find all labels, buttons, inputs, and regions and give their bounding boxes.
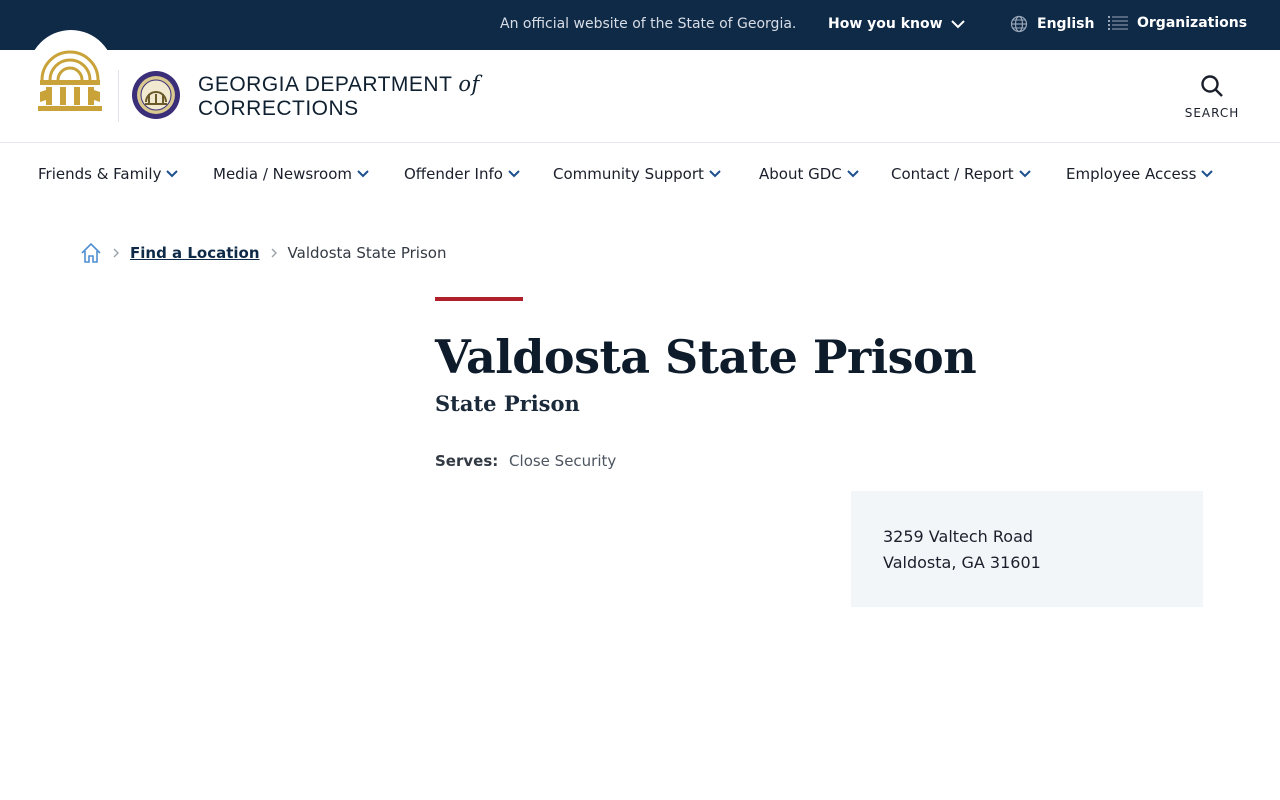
page-title: Valdosta State Prison	[435, 330, 977, 384]
nav-item-label: About GDC	[759, 165, 842, 183]
nav-item-label: Offender Info	[404, 165, 503, 183]
serves-label: Serves:	[435, 452, 499, 470]
georgia-arch-logo-icon[interactable]	[36, 40, 104, 116]
agency-title-line2: CORRECTIONS	[198, 97, 359, 120]
chevron-down-icon	[357, 170, 369, 178]
nav-item-contact-report[interactable]: Contact / Report	[891, 165, 1031, 183]
site-header: GEORGIA DEPARTMENT of CORRECTIONS SEARCH	[0, 30, 1280, 143]
globe-icon	[1010, 15, 1028, 33]
breadcrumb: Find a Location Valdosta State Prison	[80, 242, 446, 264]
address-street: 3259 Valtech Road	[883, 527, 1034, 546]
gdc-seal-icon	[132, 71, 180, 119]
title-accent-bar	[435, 297, 523, 301]
nav-item-media-newsroom[interactable]: Media / Newsroom	[213, 165, 369, 183]
agency-title-line1: GEORGIA DEPARTMENT of	[198, 72, 480, 96]
breadcrumb-current: Valdosta State Prison	[287, 244, 447, 262]
search-label: SEARCH	[1184, 106, 1240, 120]
chevron-down-icon	[709, 170, 721, 178]
how-you-know-label: How you know	[828, 16, 943, 32]
nav-item-label: Friends & Family	[38, 165, 162, 183]
nav-item-employee-access[interactable]: Employee Access	[1066, 165, 1214, 183]
chevron-down-icon	[847, 170, 859, 178]
agency-title-of: of	[458, 72, 480, 96]
nav-item-community-support[interactable]: Community Support	[553, 165, 721, 183]
breadcrumb-separator-icon	[112, 248, 120, 258]
main-navigation: Friends & Family Media / Newsroom Offend…	[0, 143, 1280, 205]
chevron-down-icon	[166, 170, 179, 178]
official-website-text: An official website of the State of Geor…	[500, 16, 797, 32]
nav-item-label: Contact / Report	[891, 165, 1014, 183]
list-icon	[1108, 16, 1128, 30]
serves-row: Serves: Close Security	[435, 452, 616, 470]
address-card: 3259 Valtech Road Valdosta, GA 31601	[851, 491, 1203, 607]
how-you-know-toggle[interactable]: How you know	[828, 16, 965, 32]
nav-item-label: Community Support	[553, 165, 704, 183]
chevron-down-icon	[1201, 170, 1214, 178]
agency-title-link[interactable]: GEORGIA DEPARTMENT of CORRECTIONS	[198, 72, 480, 121]
home-icon[interactable]	[80, 242, 102, 264]
language-label: English	[1037, 16, 1095, 32]
page-subtitle: State Prison	[435, 391, 580, 416]
breadcrumb-separator-icon	[270, 248, 278, 258]
address-city-state-zip: Valdosta, GA 31601	[883, 553, 1041, 572]
organizations-label: Organizations	[1137, 15, 1248, 31]
chevron-down-icon	[950, 19, 965, 28]
official-banner: An official website of the State of Geor…	[0, 0, 1280, 50]
language-selector[interactable]: English	[1010, 15, 1094, 33]
nav-item-about-gdc[interactable]: About GDC	[759, 165, 859, 183]
breadcrumb-find-location-link[interactable]: Find a Location	[130, 244, 260, 262]
chevron-down-icon	[508, 170, 520, 178]
search-button[interactable]: SEARCH	[1180, 74, 1244, 120]
logo-divider	[118, 70, 119, 122]
chevron-down-icon	[1018, 170, 1031, 178]
organizations-link[interactable]: Organizations	[1108, 15, 1247, 31]
nav-item-offender-info[interactable]: Offender Info	[404, 165, 520, 183]
nav-item-label: Employee Access	[1066, 165, 1197, 183]
nav-item-friends-family[interactable]: Friends & Family	[38, 165, 179, 183]
search-icon	[1201, 75, 1223, 97]
serves-value: Close Security	[509, 452, 617, 470]
nav-item-label: Media / Newsroom	[213, 165, 352, 183]
